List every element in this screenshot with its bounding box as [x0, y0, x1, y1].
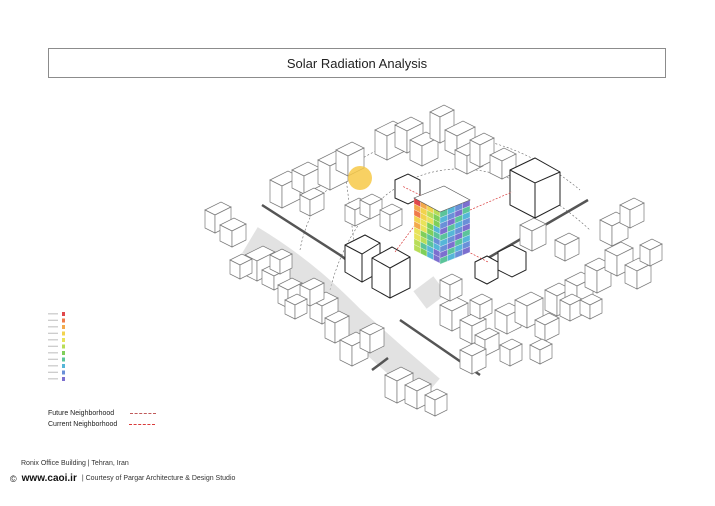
site-link[interactable]: www.caoi.ir: [22, 473, 77, 484]
scale-swatch: [62, 318, 65, 323]
scale-tick: [48, 319, 58, 321]
scale-swatch: [62, 338, 65, 342]
scale-swatch: [62, 357, 65, 362]
neighborhood-buildings: [204, 104, 663, 417]
scale-tick: [48, 332, 58, 334]
building-face: [469, 139, 481, 168]
scale-tick: [48, 345, 58, 347]
scale-swatch: [62, 344, 65, 349]
legend-future-label: Future Neighborhood: [48, 410, 115, 417]
radiation-scale: [48, 312, 65, 381]
copyright-symbol: ©: [10, 473, 17, 484]
credit-line: © www.caoi.ir | Courtesy of Pargar Archi…: [10, 473, 235, 484]
project-caption: Ronix Office Building | Tehran, Iran: [21, 460, 129, 467]
scale-swatch: [62, 331, 65, 336]
scale-tick: [48, 339, 58, 341]
scale-swatch: [62, 312, 65, 316]
scale-swatch: [62, 377, 65, 381]
sun-icon: [348, 166, 372, 190]
scale-swatch: [62, 370, 65, 375]
scale-tick: [48, 313, 58, 315]
building-face: [429, 111, 441, 144]
scale-tick: [48, 352, 58, 354]
legend-future: Future Neighborhood: [48, 410, 157, 417]
scale-tick: [48, 365, 58, 367]
legend-current-arrow: [129, 423, 156, 425]
site-diagram: [48, 104, 663, 417]
scale-swatch: [62, 351, 65, 355]
legend-current: Current Neighborhood: [48, 421, 156, 428]
scale-swatch: [62, 364, 65, 368]
legend-future-arrow: [130, 412, 157, 414]
radiation-tower: [413, 185, 471, 265]
scale-tick: [48, 358, 58, 360]
scale-swatch: [62, 325, 65, 329]
scale-tick: [48, 378, 58, 380]
scale-tick: [48, 371, 58, 373]
legend-current-label: Current Neighborhood: [48, 421, 118, 428]
credit-text: | Courtesy of Pargar Architecture & Desi…: [81, 475, 236, 482]
scale-tick: [48, 326, 58, 328]
